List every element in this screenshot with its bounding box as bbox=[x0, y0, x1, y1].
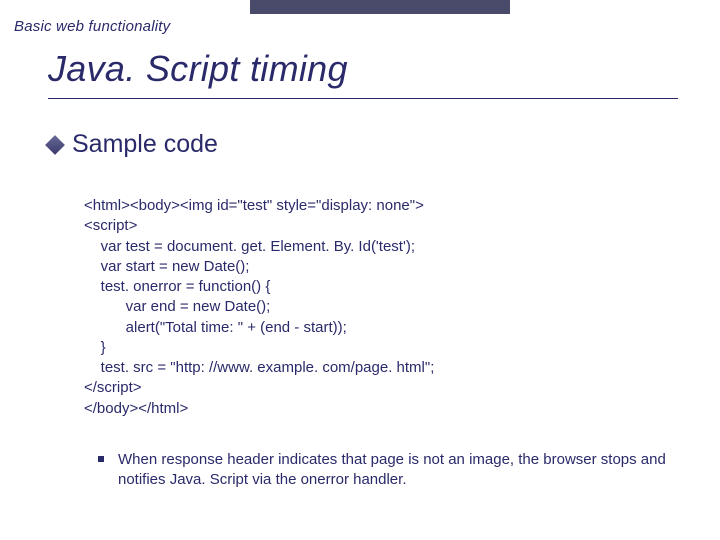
note-text: When response header indicates that page… bbox=[118, 450, 668, 491]
code-line: } bbox=[84, 338, 664, 358]
code-line: </script> bbox=[84, 378, 664, 398]
code-line: test. onerror = function() { bbox=[84, 277, 664, 297]
top-accent-bar bbox=[250, 0, 510, 14]
code-line: var end = new Date(); bbox=[84, 297, 664, 317]
code-line: </body></html> bbox=[84, 399, 664, 419]
breadcrumb: Basic web functionality bbox=[14, 18, 170, 35]
title-underline bbox=[48, 98, 678, 99]
section-heading: Sample code bbox=[72, 130, 218, 159]
slide-title: Java. Script timing bbox=[48, 48, 348, 90]
diamond-bullet-icon bbox=[48, 138, 62, 152]
code-line: var test = document. get. Element. By. I… bbox=[84, 237, 664, 257]
code-line: <html><body><img id="test" style="displa… bbox=[84, 196, 664, 216]
code-line: <script> bbox=[84, 216, 664, 236]
code-line: test. src = "http: //www. example. com/p… bbox=[84, 358, 664, 378]
square-bullet-icon bbox=[98, 456, 104, 462]
code-line: alert("Total time: " + (end - start)); bbox=[84, 318, 664, 338]
code-line: var start = new Date(); bbox=[84, 257, 664, 277]
section-heading-row: Sample code bbox=[48, 130, 218, 159]
code-block: <html><body><img id="test" style="displa… bbox=[84, 196, 664, 419]
note-row: When response header indicates that page… bbox=[98, 450, 668, 491]
